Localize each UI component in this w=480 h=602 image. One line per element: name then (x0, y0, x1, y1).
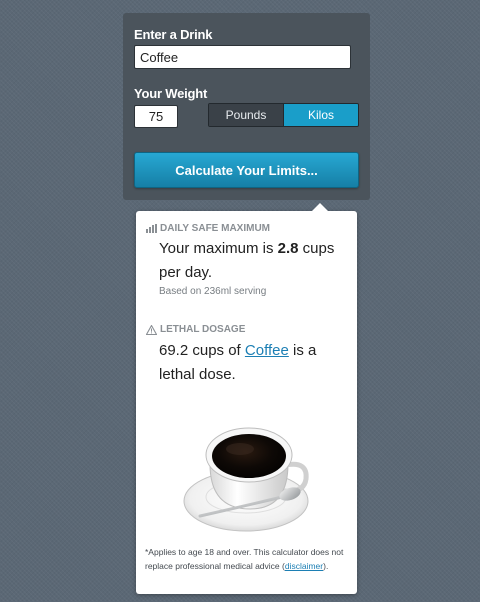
lethal-prefix: 69.2 cups of (159, 342, 245, 359)
pounds-button[interactable]: Pounds (209, 104, 284, 126)
lethal-heading-text: LETHAL DOSAGE (160, 324, 246, 335)
weight-input[interactable] (134, 105, 178, 128)
unit-toggle: Pounds Kilos (208, 103, 359, 127)
chart-icon (146, 224, 157, 233)
daily-max-text: Your maximum is 2.8 cups per day. (159, 237, 349, 285)
drink-input[interactable] (134, 45, 351, 69)
daily-max-heading: DAILY SAFE MAXIMUM (146, 223, 270, 234)
lethal-heading: LETHAL DOSAGE (146, 324, 245, 335)
disclaimer: *Applies to age 18 and over. This calcul… (145, 545, 351, 573)
disclaimer-end: ). (323, 561, 329, 571)
drink-label: Enter a Drink (134, 27, 213, 42)
coffee-cup-image (183, 427, 309, 532)
lethal-text: 69.2 cups of Coffee is a lethal dose. (159, 339, 349, 387)
drink-link[interactable]: Coffee (245, 342, 289, 359)
serving-note: Based on 236ml serving (159, 286, 267, 297)
result-card: DAILY SAFE MAXIMUM Your maximum is 2.8 c… (136, 203, 357, 594)
warning-icon (146, 324, 157, 335)
max-prefix: Your maximum is (159, 240, 278, 257)
disclaimer-link[interactable]: disclaimer (285, 561, 323, 571)
daily-max-heading-text: DAILY SAFE MAXIMUM (160, 223, 271, 234)
calculate-button[interactable]: Calculate Your Limits... (134, 152, 359, 188)
max-value: 2.8 (277, 240, 299, 257)
kilos-button[interactable]: Kilos (284, 104, 358, 126)
weight-label: Your Weight (134, 86, 208, 101)
drink-form-panel: Enter a Drink Your Weight Pounds Kilos C… (123, 13, 370, 200)
